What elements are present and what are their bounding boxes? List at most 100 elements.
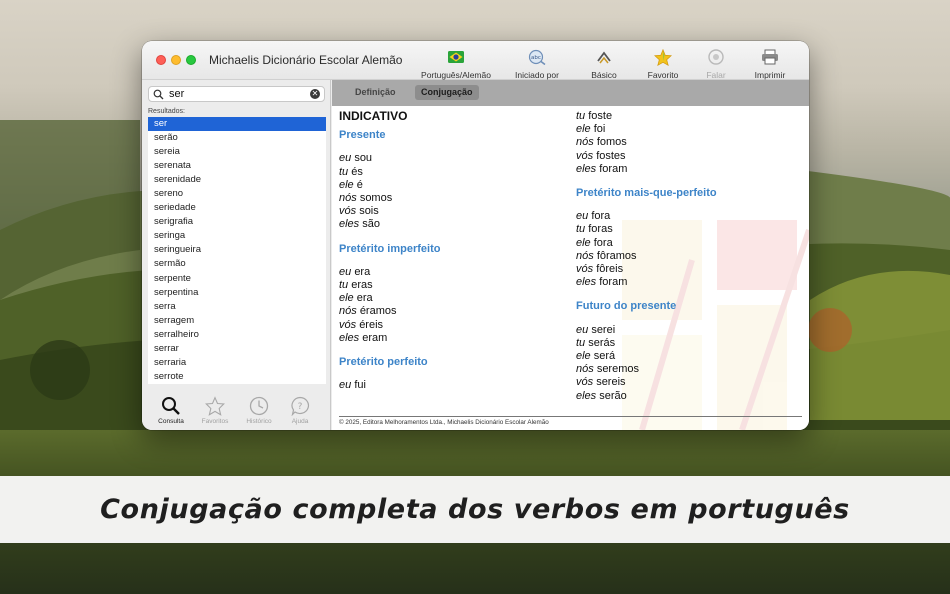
search-query: ser: [169, 88, 185, 100]
result-item[interactable]: serpente: [148, 272, 326, 286]
minimize-window-button[interactable]: [171, 55, 181, 65]
verb-form: serás: [588, 336, 616, 349]
pronoun: nós: [576, 249, 594, 262]
tab-historico[interactable]: Histórico: [237, 396, 281, 425]
pronoun: ele: [576, 123, 591, 136]
verb-form: sou: [354, 152, 373, 165]
verb-form: fui: [354, 379, 366, 392]
tab-consulta[interactable]: Consulta: [149, 396, 193, 425]
verb-form: serão: [599, 389, 627, 402]
result-item[interactable]: ser: [148, 117, 326, 132]
conjugation-row: eles foram: [576, 276, 717, 289]
result-item[interactable]: serralheiro: [148, 328, 326, 342]
verb-form: eram: [362, 331, 388, 344]
result-item[interactable]: serragem: [148, 314, 326, 328]
pronoun: tu: [339, 165, 349, 178]
close-window-button[interactable]: [156, 55, 166, 65]
pronoun: ele: [339, 178, 354, 191]
toolbar-starts-with-button[interactable]: abc Iniciado por: [499, 47, 575, 80]
result-item[interactable]: serenidade: [148, 173, 326, 187]
conjugation-row: eles foram: [576, 163, 717, 176]
verb-form: fôreis: [596, 263, 624, 276]
result-item[interactable]: sermão: [148, 257, 326, 271]
conjugation-row: tu és: [339, 166, 440, 179]
pronoun: tu: [339, 279, 349, 292]
verb-form: fomos: [596, 136, 627, 149]
result-item[interactable]: serrar: [148, 342, 326, 356]
verb-form: foram: [599, 276, 628, 289]
results-label: Resultados:: [148, 108, 185, 115]
verb-form: são: [362, 218, 380, 231]
conjugation-row: eu sou: [339, 152, 440, 165]
verb-form: é: [356, 178, 363, 191]
conjugation-row: nós éramos: [339, 305, 440, 318]
abc-search-icon: abc: [528, 47, 546, 67]
conjugation-column-2: tu foste ele foi nós fomos vós fostes eles f…: [576, 110, 717, 403]
conjugation-row: tu serás: [576, 337, 717, 350]
result-item[interactable]: serraria: [148, 356, 326, 370]
conjugation-row: ele será: [576, 350, 717, 363]
verb-form: éreis: [359, 318, 384, 331]
pronoun: eles: [576, 162, 597, 175]
conjugation-row: tu eras: [339, 279, 440, 292]
speaker-icon: [708, 47, 724, 67]
copyright-footer: © 2025, Editora Melhoramentos Ltda., Mic…: [339, 419, 549, 426]
result-item[interactable]: serra: [148, 300, 326, 314]
conjugation-row: eu fui: [339, 379, 440, 392]
toolbar-print-button[interactable]: Imprimir: [732, 47, 808, 80]
footer-divider: [339, 416, 802, 417]
conjugation-row: vós fôreis: [576, 263, 717, 276]
result-item[interactable]: sereia: [148, 145, 326, 159]
magnifier-icon: [162, 397, 180, 415]
pronoun: vós: [576, 376, 594, 389]
result-item[interactable]: seriedade: [148, 201, 326, 215]
verb-form: sereis: [596, 376, 626, 389]
marketing-caption: Conjugação completa dos verbos em portug…: [100, 494, 850, 525]
pronoun: eu: [576, 210, 589, 223]
tab-favoritos[interactable]: Favoritos: [193, 396, 237, 425]
tab-definicao[interactable]: Definição: [349, 85, 402, 100]
conjugation-row: nós fôramos: [576, 250, 717, 263]
verb-form: serei: [591, 323, 616, 336]
caption-band: Conjugação completa dos verbos em portug…: [0, 476, 950, 543]
result-item[interactable]: serão: [148, 131, 326, 145]
pronoun: tu: [576, 223, 586, 236]
toolbar-language-button[interactable]: Português/Alemão: [418, 47, 494, 80]
tab-conjugacao[interactable]: Conjugação: [415, 85, 479, 100]
result-item[interactable]: serenata: [148, 159, 326, 173]
verb-form: éramos: [359, 305, 397, 318]
conjugation-row: ele fora: [576, 237, 717, 250]
pronoun: ele: [576, 236, 591, 249]
pronoun: nós: [576, 136, 594, 149]
tense-heading: Presente: [339, 129, 386, 142]
conjugation-row: vós sereis: [576, 376, 717, 389]
result-item[interactable]: serigrafia: [148, 215, 326, 229]
conjugation-row: nós somos: [339, 192, 440, 205]
verb-form: somos: [359, 192, 393, 205]
conjugation-row: nós seremos: [576, 363, 717, 376]
search-icon: [153, 89, 164, 100]
chevron-up-icon: [596, 47, 612, 67]
pronoun: tu: [576, 336, 586, 349]
search-input[interactable]: ser ✕: [148, 86, 325, 102]
mood-heading: INDICATIVO: [339, 109, 408, 123]
result-item[interactable]: seringueira: [148, 243, 326, 257]
verb-form: foras: [588, 223, 613, 236]
result-item[interactable]: serpentina: [148, 286, 326, 300]
result-item[interactable]: serrote: [148, 370, 326, 384]
conjugation-row: ele é: [339, 179, 440, 192]
conjugation-row: ele era: [339, 292, 440, 305]
tense-heading: Pretérito imperfeito: [339, 242, 441, 255]
clear-search-icon[interactable]: ✕: [310, 89, 320, 99]
verb-form: era: [356, 292, 373, 305]
app-window: Michaelis Dicionário Escolar Alemão Port…: [142, 41, 809, 430]
conjugation-row: ele foi: [576, 123, 717, 136]
tab-ajuda[interactable]: ? Ajuda: [278, 396, 322, 425]
result-item[interactable]: sereno: [148, 187, 326, 201]
conjugation-row: eles são: [339, 218, 440, 231]
pronoun: eu: [339, 152, 352, 165]
result-item[interactable]: seringa: [148, 229, 326, 243]
pronoun: ele: [339, 292, 354, 305]
conjugation-row: vós éreis: [339, 319, 440, 332]
maximize-window-button[interactable]: [186, 55, 196, 65]
